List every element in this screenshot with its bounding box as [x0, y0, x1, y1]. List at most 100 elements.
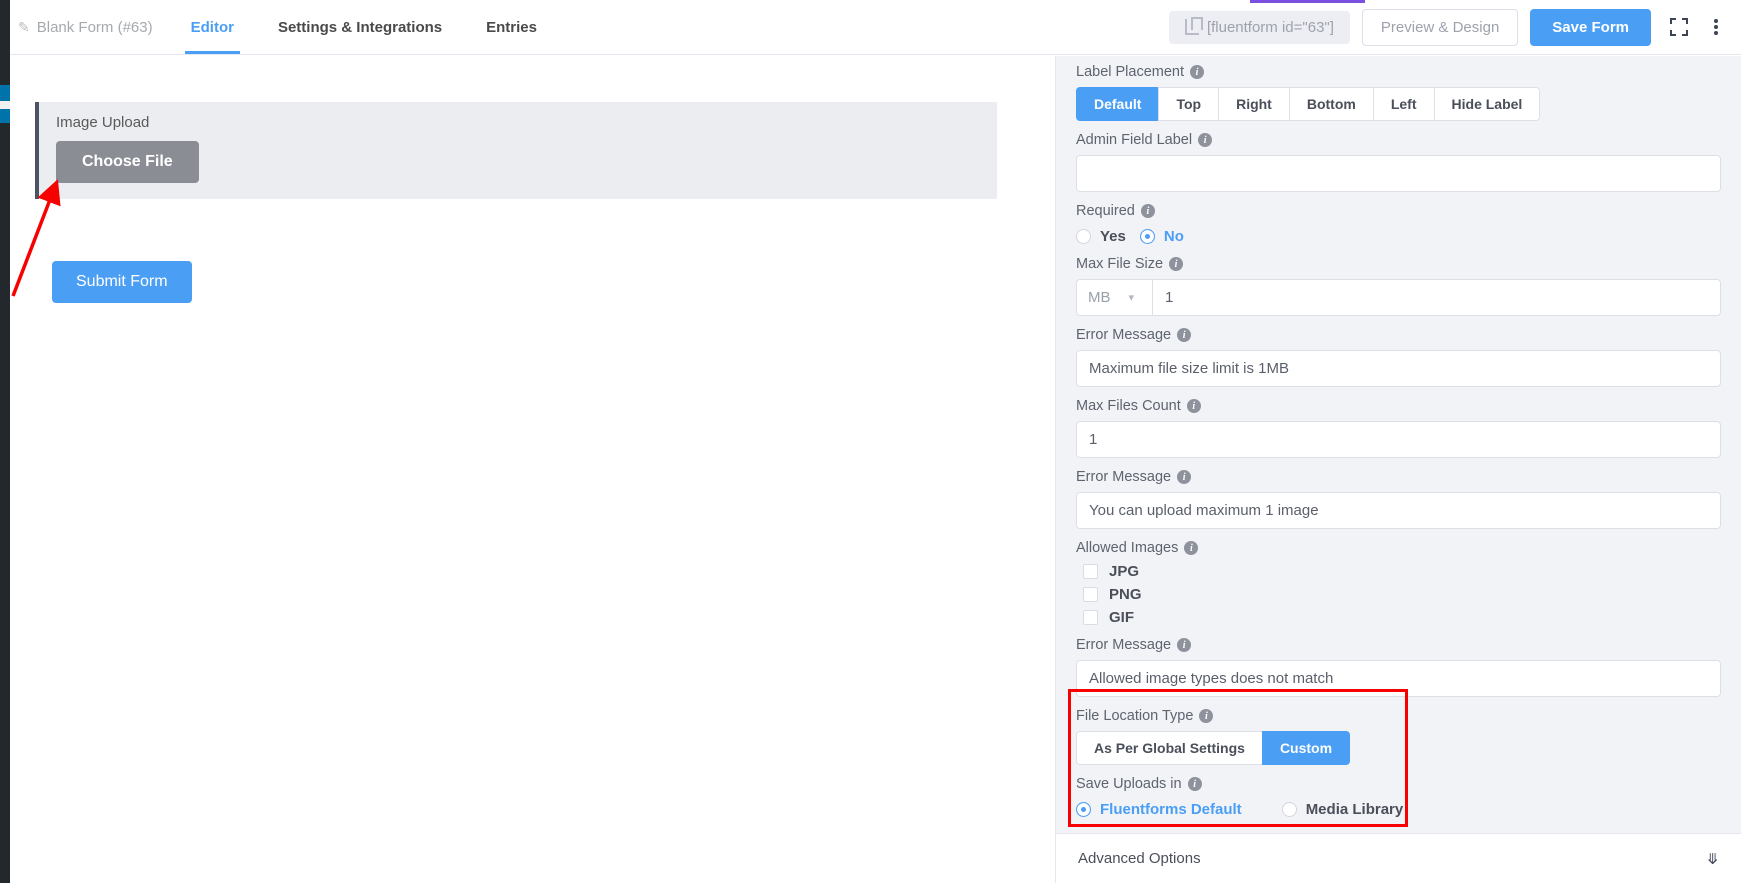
file-location-type-label: File Location Type i — [1076, 708, 1721, 724]
vertical-dots-icon[interactable] — [1707, 13, 1725, 41]
choose-file-button[interactable]: Choose File — [56, 141, 199, 183]
preview-design-button[interactable]: Preview & Design — [1362, 9, 1518, 46]
max-file-size-controls: MB ▾ — [1076, 279, 1721, 316]
file-location-type-segmented-control: As Per Global Settings Custom — [1076, 731, 1721, 765]
setting-required: Required i Yes No — [1076, 203, 1721, 245]
wp-admin-rail — [0, 0, 10, 883]
wp-rail-accent-bottom — [0, 109, 10, 123]
allowed-images-option-png[interactable]: PNG — [1083, 586, 1721, 603]
save-uploads-option-media-library[interactable]: Media Library — [1282, 801, 1404, 818]
info-icon[interactable]: i — [1177, 638, 1191, 652]
checkbox-icon — [1083, 564, 1098, 579]
admin-field-label-label: Admin Field Label i — [1076, 132, 1721, 148]
allowed-images-error-label: Error Message i — [1076, 637, 1721, 653]
wp-rail-accent-top — [0, 85, 10, 101]
wp-rail-gap — [0, 101, 10, 109]
setting-max-file-size-error: Error Message i — [1076, 327, 1721, 387]
field-label: Image Upload — [56, 114, 997, 131]
chevron-down-icon: ⤋ — [1706, 850, 1719, 868]
tab-settings-integrations[interactable]: Settings & Integrations — [256, 0, 464, 54]
checkbox-icon — [1083, 610, 1098, 625]
info-icon[interactable]: i — [1190, 65, 1204, 79]
checkbox-icon — [1083, 587, 1098, 602]
save-uploads-option-fluentforms-default-label: Fluentforms Default — [1100, 801, 1242, 818]
setting-save-uploads-in: Save Uploads in i Fluentforms Default Me… — [1076, 776, 1721, 818]
shortcode-field[interactable]: [fluentform id="63"] — [1169, 11, 1350, 44]
admin-field-label-text: Admin Field Label — [1076, 132, 1192, 148]
save-uploads-option-fluentforms-default[interactable]: Fluentforms Default — [1076, 801, 1242, 818]
label-placement-segmented-control: Default Top Right Bottom Left Hide Label — [1076, 87, 1721, 121]
save-uploads-in-label: Save Uploads in i — [1076, 776, 1721, 792]
info-icon[interactable]: i — [1199, 709, 1213, 723]
max-files-count-error-label: Error Message i — [1076, 469, 1721, 485]
tab-entries[interactable]: Entries — [464, 0, 559, 54]
radio-icon — [1282, 802, 1297, 817]
label-placement-option-default[interactable]: Default — [1076, 87, 1158, 121]
max-file-size-error-input[interactable] — [1076, 350, 1721, 387]
label-placement-option-hide-label[interactable]: Hide Label — [1434, 87, 1541, 121]
info-icon[interactable]: i — [1198, 133, 1212, 147]
allowed-images-option-jpg[interactable]: JPG — [1083, 563, 1721, 580]
setting-file-location-type: File Location Type i As Per Global Setti… — [1076, 708, 1721, 765]
max-files-count-label: Max Files Count i — [1076, 398, 1721, 414]
save-uploads-in-label-text: Save Uploads in — [1076, 776, 1182, 792]
fluentform-editor-app: ✎ Blank Form (#63) Editor Settings & Int… — [0, 0, 1741, 883]
required-option-yes[interactable]: Yes — [1076, 228, 1126, 245]
info-icon[interactable]: i — [1188, 777, 1202, 791]
info-icon[interactable]: i — [1177, 470, 1191, 484]
max-files-count-error-input[interactable] — [1076, 492, 1721, 529]
topbar-actions: [fluentform id="63"] Preview & Design Sa… — [1169, 0, 1741, 54]
file-location-type-option-custom[interactable]: Custom — [1262, 731, 1350, 765]
save-uploads-option-media-library-label: Media Library — [1306, 801, 1404, 818]
allowed-images-option-gif-label: GIF — [1109, 609, 1134, 626]
required-option-yes-label: Yes — [1100, 228, 1126, 245]
setting-admin-field-label: Admin Field Label i — [1076, 132, 1721, 192]
form-field-image-upload[interactable]: Image Upload Choose File — [35, 102, 997, 199]
field-settings-content: Label Placement i Default Top Right Bott… — [1056, 56, 1741, 818]
advanced-options-accordion[interactable]: Advanced Options ⤋ — [1056, 833, 1741, 883]
pencil-icon: ✎ — [18, 19, 30, 36]
max-file-size-unit-select[interactable]: MB ▾ — [1076, 279, 1152, 316]
submit-form-button[interactable]: Submit Form — [52, 261, 192, 303]
allowed-images-error-label-text: Error Message — [1076, 637, 1171, 653]
label-placement-option-left[interactable]: Left — [1373, 87, 1434, 121]
editor-tabs: Editor Settings & Integrations Entries — [169, 0, 559, 54]
required-label-text: Required — [1076, 203, 1135, 219]
info-icon[interactable]: i — [1184, 541, 1198, 555]
allowed-images-label-text: Allowed Images — [1076, 540, 1178, 556]
file-location-type-option-global[interactable]: As Per Global Settings — [1076, 731, 1262, 765]
max-files-count-input[interactable] — [1076, 421, 1721, 458]
info-icon[interactable]: i — [1169, 257, 1183, 271]
tab-entries-label: Entries — [486, 19, 537, 36]
setting-max-files-count: Max Files Count i — [1076, 398, 1721, 458]
required-option-no[interactable]: No — [1140, 228, 1184, 245]
allowed-images-error-input[interactable] — [1076, 660, 1721, 697]
label-placement-option-bottom[interactable]: Bottom — [1289, 87, 1373, 121]
form-preview-canvas: Image Upload Choose File Submit Form — [10, 56, 1055, 883]
copy-shortcode-icon — [1185, 19, 1199, 35]
tab-editor[interactable]: Editor — [169, 0, 256, 54]
max-file-size-input[interactable] — [1152, 279, 1721, 316]
required-radio-group: Yes No — [1076, 226, 1721, 245]
admin-field-label-input[interactable] — [1076, 155, 1721, 192]
chevron-down-icon: ▾ — [1129, 291, 1135, 304]
label-placement-option-top[interactable]: Top — [1158, 87, 1218, 121]
field-settings-panel: Label Placement i Default Top Right Bott… — [1055, 56, 1741, 883]
label-placement-label: Label Placement i — [1076, 64, 1721, 80]
info-icon[interactable]: i — [1177, 328, 1191, 342]
radio-icon-selected — [1076, 802, 1091, 817]
fullscreen-icon[interactable] — [1663, 13, 1695, 41]
label-placement-option-right[interactable]: Right — [1218, 87, 1289, 121]
tab-editor-label: Editor — [191, 19, 234, 36]
required-label: Required i — [1076, 203, 1721, 219]
info-icon[interactable]: i — [1141, 204, 1155, 218]
advanced-options-label: Advanced Options — [1078, 850, 1201, 867]
radio-icon — [1076, 229, 1091, 244]
info-icon[interactable]: i — [1187, 399, 1201, 413]
form-title: Blank Form (#63) — [37, 19, 153, 36]
save-uploads-in-radio-group: Fluentforms Default Media Library — [1076, 799, 1721, 818]
allowed-images-option-gif[interactable]: GIF — [1083, 609, 1721, 626]
setting-max-file-size: Max File Size i MB ▾ — [1076, 256, 1721, 316]
save-form-button[interactable]: Save Form — [1530, 9, 1651, 46]
file-location-type-label-text: File Location Type — [1076, 708, 1193, 724]
